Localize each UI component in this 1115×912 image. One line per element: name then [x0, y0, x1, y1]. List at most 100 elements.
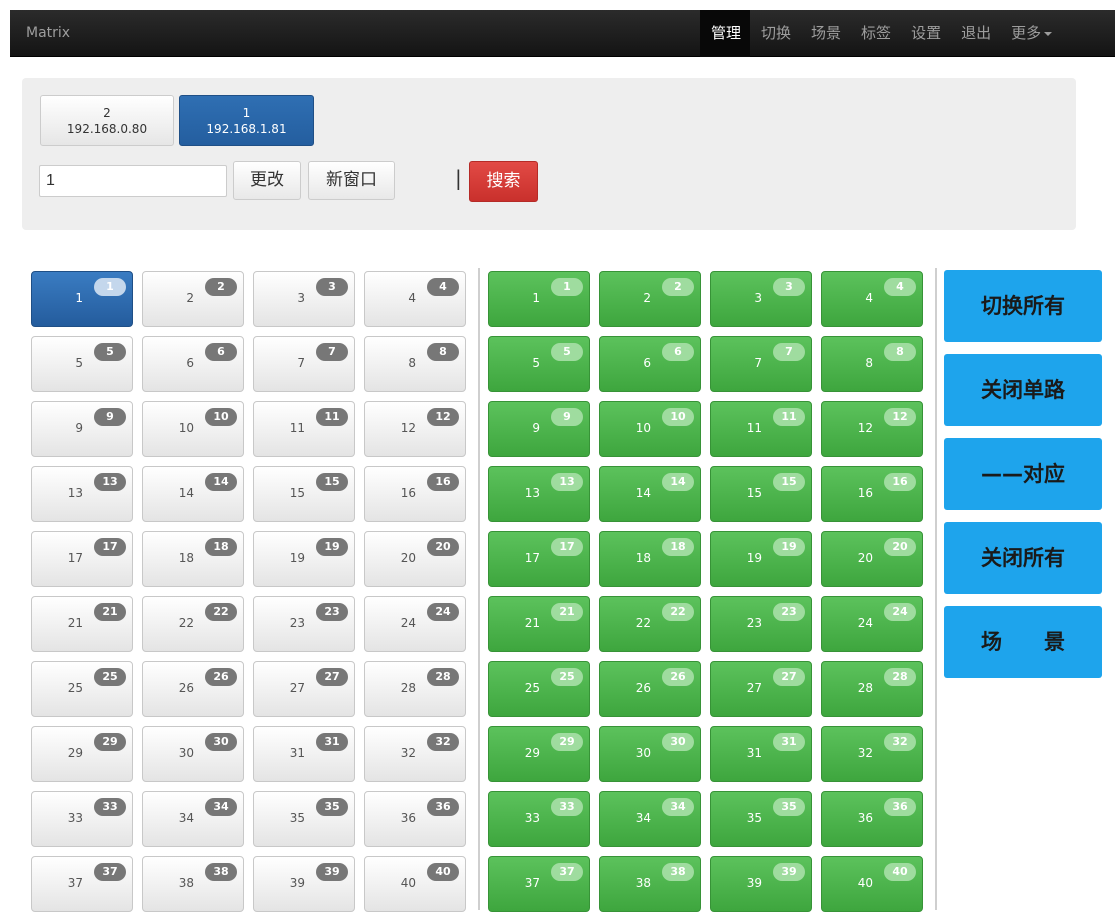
output-button-31[interactable]: 31 31	[710, 726, 812, 782]
nav-item-scene[interactable]: 场景	[800, 10, 850, 57]
output-button-10[interactable]: 10 10	[599, 401, 701, 457]
output-button-4[interactable]: 44	[821, 271, 923, 327]
output-button-36[interactable]: 36 36	[821, 791, 923, 847]
new-window-button[interactable]: 新窗口	[308, 161, 395, 200]
input-button-7[interactable]: 77	[253, 336, 355, 392]
output-button-18[interactable]: 18 18	[599, 531, 701, 587]
output-button-17[interactable]: 17 17	[488, 531, 590, 587]
input-button-37[interactable]: 37 37	[31, 856, 133, 912]
host-button-2[interactable]: 2 192.168.0.80	[40, 95, 174, 146]
output-button-13[interactable]: 13 13	[488, 466, 590, 522]
output-button-37[interactable]: 37 37	[488, 856, 590, 912]
input-button-28[interactable]: 28 28	[364, 661, 466, 717]
input-button-33[interactable]: 33 33	[31, 791, 133, 847]
output-button-1[interactable]: 11	[488, 271, 590, 327]
input-button-18[interactable]: 18 18	[142, 531, 244, 587]
output-button-3[interactable]: 33	[710, 271, 812, 327]
output-button-15[interactable]: 15 15	[710, 466, 812, 522]
input-button-15[interactable]: 15 15	[253, 466, 355, 522]
input-button-19[interactable]: 19 19	[253, 531, 355, 587]
output-button-2[interactable]: 22	[599, 271, 701, 327]
name-input[interactable]	[39, 165, 227, 197]
output-button-25[interactable]: 25 25	[488, 661, 590, 717]
switch-all-button[interactable]: 切换所有	[944, 270, 1102, 342]
output-button-30[interactable]: 30 30	[599, 726, 701, 782]
input-button-27[interactable]: 27 27	[253, 661, 355, 717]
output-button-19[interactable]: 19 19	[710, 531, 812, 587]
host-button-1[interactable]: 1 192.168.1.81	[179, 95, 314, 146]
input-button-32[interactable]: 32 32	[364, 726, 466, 782]
input-button-10[interactable]: 10 10	[142, 401, 244, 457]
close-all-button[interactable]: 关闭所有	[944, 522, 1102, 594]
input-button-17[interactable]: 17 17	[31, 531, 133, 587]
scene-button[interactable]: 场 景	[944, 606, 1102, 678]
brand-title[interactable]: Matrix	[26, 10, 70, 57]
output-button-40[interactable]: 40 40	[821, 856, 923, 912]
search-button[interactable]: 搜索	[469, 161, 538, 202]
nav-item-settings[interactable]: 设置	[900, 10, 950, 57]
nav-item-switch[interactable]: 切换	[750, 10, 800, 57]
output-button-39[interactable]: 39 39	[710, 856, 812, 912]
output-button-27[interactable]: 27 27	[710, 661, 812, 717]
output-button-8[interactable]: 88	[821, 336, 923, 392]
output-button-11[interactable]: 11 11	[710, 401, 812, 457]
output-button-9[interactable]: 99	[488, 401, 590, 457]
change-button[interactable]: 更改	[233, 161, 301, 200]
input-button-35[interactable]: 35 35	[253, 791, 355, 847]
input-button-25[interactable]: 25 25	[31, 661, 133, 717]
output-button-5[interactable]: 55	[488, 336, 590, 392]
output-button-33[interactable]: 33 33	[488, 791, 590, 847]
output-button-7[interactable]: 77	[710, 336, 812, 392]
input-button-26[interactable]: 26 26	[142, 661, 244, 717]
input-button-20[interactable]: 20 20	[364, 531, 466, 587]
input-button-5[interactable]: 55	[31, 336, 133, 392]
input-button-3[interactable]: 33	[253, 271, 355, 327]
output-button-24[interactable]: 24 24	[821, 596, 923, 652]
output-button-6[interactable]: 66	[599, 336, 701, 392]
output-button-23[interactable]: 23 23	[710, 596, 812, 652]
output-button-26[interactable]: 26 26	[599, 661, 701, 717]
input-button-2[interactable]: 22	[142, 271, 244, 327]
input-button-22[interactable]: 22 22	[142, 596, 244, 652]
output-button-35[interactable]: 35 35	[710, 791, 812, 847]
one-to-one-button[interactable]: ——对应	[944, 438, 1102, 510]
input-button-14[interactable]: 14 14	[142, 466, 244, 522]
input-button-38[interactable]: 38 38	[142, 856, 244, 912]
input-button-36[interactable]: 36 36	[364, 791, 466, 847]
output-button-21[interactable]: 21 21	[488, 596, 590, 652]
input-button-1[interactable]: 11	[31, 271, 133, 327]
input-button-30[interactable]: 30 30	[142, 726, 244, 782]
input-button-40[interactable]: 40 40	[364, 856, 466, 912]
nav-item-more[interactable]: 更多	[1000, 10, 1061, 57]
input-button-16[interactable]: 16 16	[364, 466, 466, 522]
output-button-28[interactable]: 28 28	[821, 661, 923, 717]
output-button-14[interactable]: 14 14	[599, 466, 701, 522]
input-button-29[interactable]: 29 29	[31, 726, 133, 782]
output-button-29[interactable]: 29 29	[488, 726, 590, 782]
nav-item-labels[interactable]: 标签	[850, 10, 900, 57]
input-button-8[interactable]: 88	[364, 336, 466, 392]
input-button-9[interactable]: 99	[31, 401, 133, 457]
input-button-34[interactable]: 34 34	[142, 791, 244, 847]
input-button-13[interactable]: 13 13	[31, 466, 133, 522]
input-button-4[interactable]: 44	[364, 271, 466, 327]
input-button-21[interactable]: 21 21	[31, 596, 133, 652]
input-button-31[interactable]: 31 31	[253, 726, 355, 782]
input-button-12[interactable]: 12 12	[364, 401, 466, 457]
nav-item-logout[interactable]: 退出	[950, 10, 1000, 57]
output-button-12[interactable]: 12 12	[821, 401, 923, 457]
output-button-34[interactable]: 34 34	[599, 791, 701, 847]
output-button-32[interactable]: 32 32	[821, 726, 923, 782]
input-label: 35	[289, 811, 305, 825]
input-button-6[interactable]: 66	[142, 336, 244, 392]
input-button-23[interactable]: 23 23	[253, 596, 355, 652]
close-single-button[interactable]: 关闭单路	[944, 354, 1102, 426]
input-button-24[interactable]: 24 24	[364, 596, 466, 652]
output-button-22[interactable]: 22 22	[599, 596, 701, 652]
output-button-20[interactable]: 20 20	[821, 531, 923, 587]
output-button-16[interactable]: 16 16	[821, 466, 923, 522]
input-button-39[interactable]: 39 39	[253, 856, 355, 912]
input-button-11[interactable]: 11 11	[253, 401, 355, 457]
nav-item-manage[interactable]: 管理	[700, 10, 751, 57]
output-button-38[interactable]: 38 38	[599, 856, 701, 912]
